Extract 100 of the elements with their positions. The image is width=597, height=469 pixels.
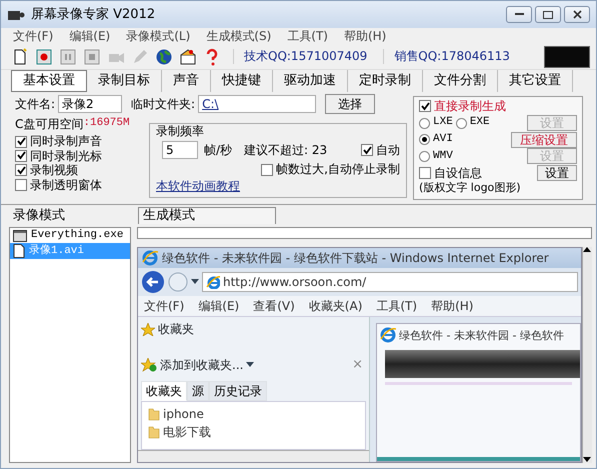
tab[interactable]: 驱动加速 <box>273 70 348 92</box>
custom-info-note: (版权文字 logo图形) <box>419 181 522 196</box>
maximize-button[interactable] <box>535 6 561 23</box>
menu-item[interactable]: 文件(F) <box>144 299 184 314</box>
address-field[interactable]: http://www.orsoon.com/ <box>202 272 578 292</box>
dropdown-caret-icon[interactable] <box>246 362 254 368</box>
star-add-icon <box>141 358 157 372</box>
envelope-icon[interactable] <box>179 48 197 66</box>
checkbox-label: 帧数过大,自动停止录制 <box>276 162 400 177</box>
sales-qq-text: 销售QQ:178046113 <box>383 49 520 64</box>
browser-icon <box>142 250 158 266</box>
tab[interactable]: 录制目标 <box>87 70 162 92</box>
checkbox[interactable] <box>419 167 431 180</box>
star-icon <box>141 322 155 336</box>
frame-rate-field[interactable]: 5 <box>162 141 198 160</box>
support-qq-text: 技术QQ:1571007409 <box>233 49 378 64</box>
file-icon <box>13 244 25 258</box>
radio-button[interactable] <box>456 118 467 128</box>
menu-item[interactable]: 文件(F) <box>5 28 62 44</box>
file-name: 录像1.avi <box>29 244 84 258</box>
add-favorite-button[interactable]: 添加到收藏夹... <box>141 356 244 374</box>
radio-label: LXE <box>433 116 453 130</box>
checkbox[interactable] <box>15 164 27 176</box>
checkbox[interactable] <box>361 144 373 156</box>
checkbox-label: 同时录制声音 <box>30 134 102 149</box>
tab[interactable]: 声音 <box>162 70 211 92</box>
tab[interactable]: 历史记录 <box>209 380 267 402</box>
temp-folder-field[interactable]: C:\ <box>198 95 316 113</box>
browser-title: 绿色软件 - 未来软件园 - 绿色软件 <box>399 328 564 342</box>
browser-icon <box>380 327 396 344</box>
checkbox-label: 直接录制生成 <box>434 99 506 114</box>
record-icon[interactable] <box>35 48 53 66</box>
scroll-up-icon[interactable] <box>583 247 592 253</box>
tab[interactable]: 文件分割 <box>423 70 498 92</box>
disk-space-label: C盘可用空间 <box>15 117 84 132</box>
radio-button[interactable] <box>419 118 430 128</box>
tab[interactable]: 定时录制 <box>348 70 423 92</box>
scroll-down-icon[interactable] <box>583 457 592 463</box>
menu-item[interactable]: 编辑(E) <box>198 299 240 314</box>
settings-button[interactable]: 设置 <box>537 165 577 182</box>
advice-text: 建议不超过: 23 <box>244 143 328 158</box>
preview-box <box>544 46 590 68</box>
choose-button[interactable]: 选择 <box>325 94 376 114</box>
menu-item[interactable]: 编辑(E) <box>61 28 118 44</box>
favorite-item[interactable]: iphone <box>142 405 365 424</box>
menu-item[interactable]: 帮助(H) <box>336 28 394 44</box>
menu-item[interactable]: 工具(T) <box>279 28 336 44</box>
vertical-scrollbar[interactable] <box>582 247 592 463</box>
tab[interactable]: 源 <box>187 380 209 402</box>
checkbox-label: 录制视频 <box>30 163 78 178</box>
checkbox[interactable] <box>15 150 27 162</box>
checkbox[interactable] <box>15 178 27 191</box>
folder-icon <box>148 425 160 440</box>
favorites-button[interactable]: 收藏夹 <box>138 317 197 342</box>
radio-button[interactable] <box>419 150 430 162</box>
tab[interactable]: 快捷键 <box>211 70 273 92</box>
close-button[interactable] <box>564 6 590 23</box>
checkbox[interactable] <box>15 136 27 148</box>
temp-folder-label: 临时文件夹: <box>131 96 196 112</box>
minimize-button[interactable] <box>506 6 532 23</box>
settings-button[interactable]: 压缩设置 <box>511 132 577 148</box>
checkbox-label: 录制透明窗体 <box>30 178 102 192</box>
filename-label: 文件名: <box>15 96 56 112</box>
menu-item[interactable]: 工具(T) <box>376 299 418 314</box>
menu-item[interactable]: 生成模式(S) <box>198 28 280 44</box>
tutorial-link[interactable]: 本软件动画教程 <box>156 178 240 194</box>
tab[interactable]: 其它设置 <box>498 70 573 92</box>
maximize-icon <box>543 10 553 18</box>
path-field[interactable] <box>137 227 592 239</box>
tab[interactable]: 收藏夹 <box>141 380 187 402</box>
radio-label: EXE <box>470 116 490 130</box>
window-title: 屏幕录像专家 V2012 <box>31 6 156 22</box>
radio-button[interactable] <box>419 134 430 146</box>
folder-icon <box>148 407 160 422</box>
radio-label: AVI <box>433 133 453 146</box>
checkbox[interactable] <box>419 100 431 112</box>
disk-space-value: :16975M <box>83 117 130 131</box>
horizontal-scrollbar[interactable] <box>138 450 369 462</box>
browser-title: 绿色软件 - 未来软件园 - 绿色软件下载站 - Windows Internet Explorer <box>162 250 549 266</box>
favorite-item[interactable]: 电影下载 <box>142 423 365 442</box>
menu-item[interactable]: 录像模式(L) <box>118 28 198 44</box>
tab[interactable]: 基本设置 <box>11 70 87 92</box>
back-button-icon[interactable] <box>141 270 165 294</box>
close-icon <box>572 10 582 19</box>
checkbox[interactable] <box>261 164 274 176</box>
minimize-icon <box>514 13 524 16</box>
checkbox-label: 同时录制光标 <box>30 148 102 164</box>
checkbox-label: 自动 <box>376 143 400 158</box>
build-mode-tab[interactable]: 生成模式 <box>138 207 276 224</box>
checkbox-label: 自设信息 <box>434 166 482 180</box>
menu-item[interactable]: 帮助(H) <box>431 299 474 314</box>
globe-icon[interactable] <box>155 48 173 66</box>
window-icon <box>13 230 27 242</box>
file-name: Everything.exe <box>31 229 124 242</box>
menu-item[interactable]: 收藏夹(A) <box>308 299 362 314</box>
filename-field[interactable]: 录像2 <box>58 95 122 113</box>
menu-item[interactable]: 查看(V) <box>253 299 295 314</box>
group-title: 录制频率 <box>156 124 205 138</box>
file-item[interactable]: Everything.exe <box>10 228 130 244</box>
dropdown-caret-icon[interactable] <box>191 279 199 285</box>
